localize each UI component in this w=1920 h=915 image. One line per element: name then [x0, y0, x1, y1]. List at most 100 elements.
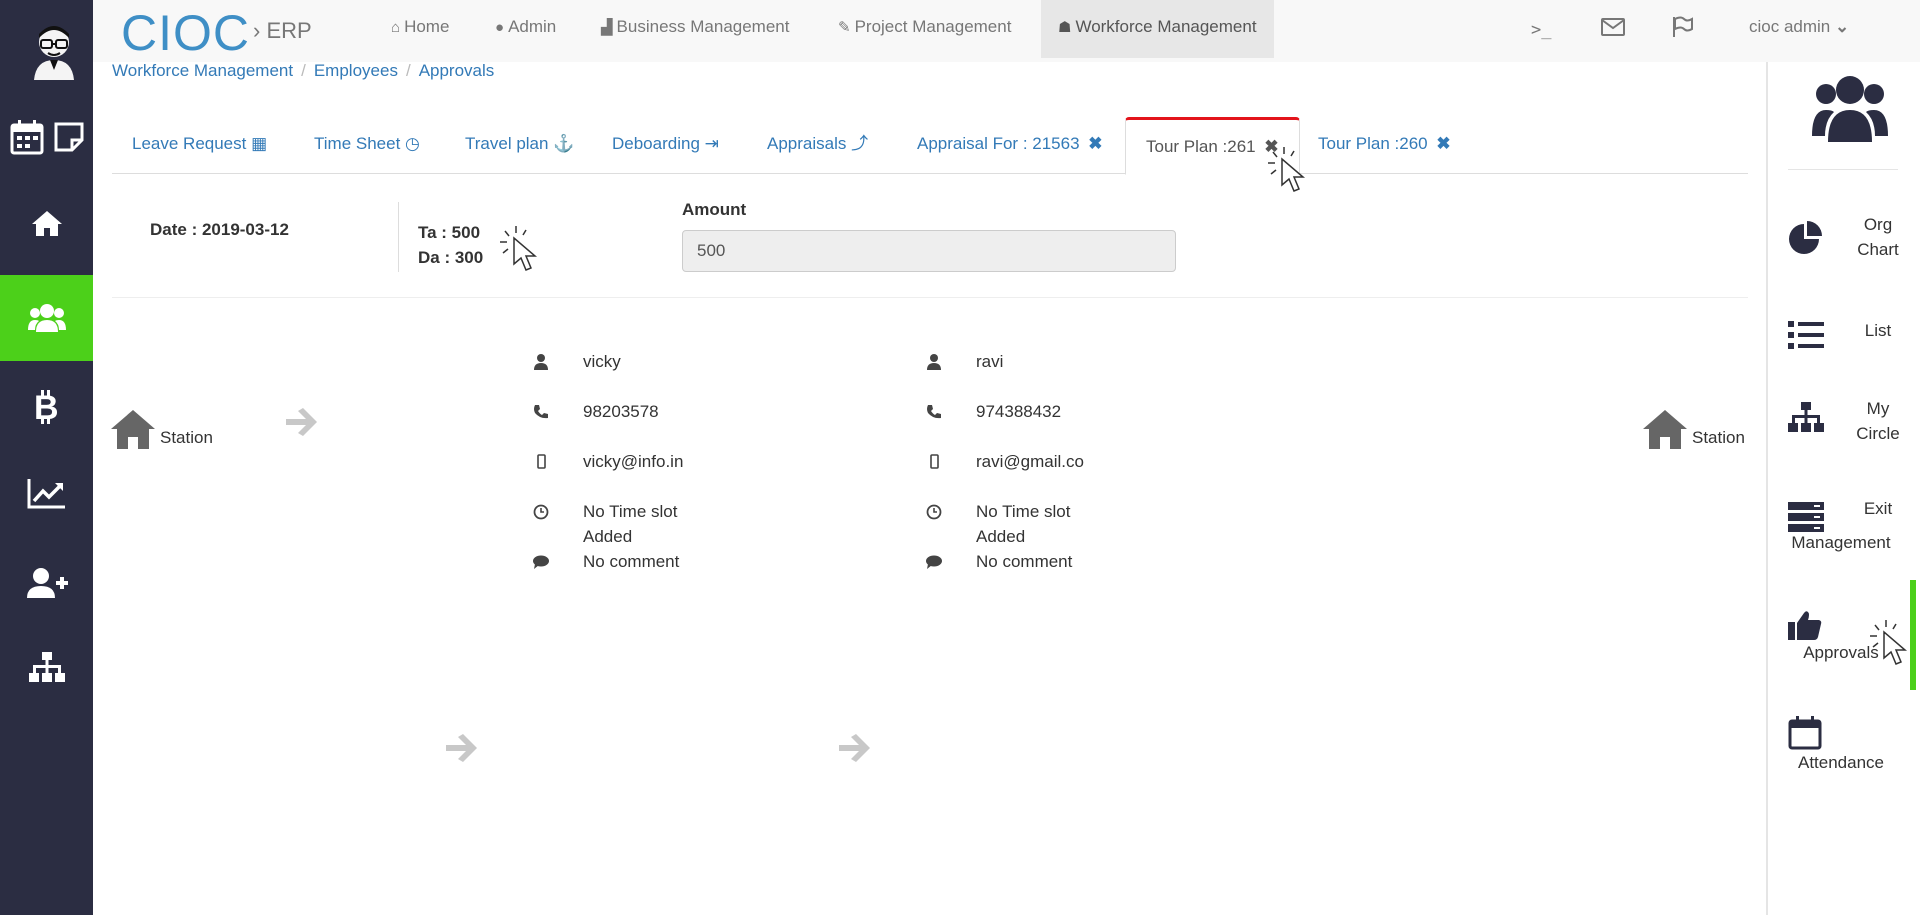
line-chart-icon: [27, 479, 65, 509]
rs-item-list[interactable]: List: [1768, 318, 1920, 368]
tour-info-row: Date : 2019-03-12 Ta : 500 Da : 300 Amou…: [112, 174, 1748, 298]
cursor-icon: [1870, 620, 1908, 665]
breadcrumb-employees[interactable]: Employees: [314, 61, 398, 80]
sidebar-item-workforce[interactable]: [0, 275, 93, 361]
rs-item-label: List: [1864, 321, 1892, 340]
user-icon: ●: [495, 19, 505, 36]
rs-item-label: Attendance: [1797, 753, 1884, 772]
arrow-right-icon: [446, 734, 477, 762]
calendar-icon: [10, 120, 43, 155]
user-menu[interactable]: cioc admin ⌄: [1749, 17, 1849, 37]
breadcrumb-separator: /: [301, 61, 306, 80]
industry-icon: ▟: [601, 19, 613, 36]
flag-icon[interactable]: [1671, 16, 1693, 38]
tab-travel-plan[interactable]: Travel plan ⚓: [445, 117, 594, 174]
sitemap-icon: [1788, 402, 1824, 432]
rs-item-label: Org Chart: [1857, 215, 1899, 259]
breadcrumb-workforce[interactable]: Workforce Management: [112, 61, 293, 80]
tab-deboarding[interactable]: Deboarding ⇥: [592, 117, 739, 174]
sidebar-item-add-user[interactable]: [0, 540, 93, 626]
line-chart-icon: ⤴: [851, 134, 869, 153]
traveler-name: ravi: [976, 352, 1004, 371]
end-station: Station: [1642, 408, 1745, 450]
user-icon: [927, 354, 941, 370]
nav-admin-label: Admin: [508, 17, 557, 36]
tab-leave-request[interactable]: Leave Request ▦: [112, 117, 287, 174]
time-line1: No Time slot: [583, 502, 678, 521]
tab-appraisals[interactable]: Appraisals ⤴: [747, 117, 888, 174]
sidebar-item-home[interactable]: [0, 180, 93, 266]
time-line1: No Time slot: [976, 502, 1071, 521]
tab-label: Travel plan: [465, 134, 549, 153]
tab-label: Time Sheet: [314, 134, 401, 153]
traveler-phone: 974388432: [976, 402, 1062, 421]
nav-home[interactable]: ⌂ Home: [374, 0, 466, 58]
nav-workforce-management[interactable]: ☗ Workforce Management: [1041, 0, 1274, 58]
nav-business-label: Business Management: [616, 17, 790, 36]
rs-item-my-circle[interactable]: My Circle: [1768, 396, 1920, 466]
tab-appraisal-for[interactable]: Appraisal For : 21563 ✖: [897, 117, 1123, 174]
tab-label: Tour Plan :260: [1318, 134, 1428, 153]
traveler-comment: No comment: [976, 552, 1073, 571]
rs-item-exit-management[interactable]: Exit Management: [1768, 496, 1920, 566]
terminal-icon[interactable]: >_: [1531, 20, 1551, 40]
divider: [398, 202, 399, 272]
clock-icon: [533, 504, 549, 520]
left-sidebar: B: [0, 0, 93, 915]
rs-item-label: Exit: [1863, 499, 1893, 518]
user-icon: [534, 354, 548, 370]
calendar-icon: [1788, 716, 1822, 750]
ta-value: Ta : 500: [418, 223, 481, 242]
comment-icon: [926, 555, 942, 569]
users-icon: [27, 304, 66, 332]
svg-text:B: B: [34, 390, 59, 424]
sidebar-item-calendar[interactable]: [0, 94, 93, 180]
home-icon: [31, 211, 62, 236]
calendar-icon: ▦: [251, 134, 268, 153]
top-navbar: CIOC › ERP ⌂ Home ● Admin ▟ Business Manage…: [93, 0, 1920, 62]
tour-date: Date : 2019-03-12: [150, 220, 289, 239]
mobile-icon: [537, 454, 546, 469]
start-station: Station: [110, 408, 213, 450]
list-icon: [1788, 321, 1824, 349]
brand-subtitle: › ERP: [253, 18, 312, 43]
close-icon[interactable]: ✖: [1088, 134, 1102, 153]
nav-project-label: Project Management: [854, 17, 1012, 36]
nav-admin[interactable]: ● Admin: [478, 0, 573, 58]
cursor-icon: [1268, 147, 1306, 192]
start-station-label: Station: [160, 428, 213, 447]
sign-out-icon: ⇥: [704, 134, 719, 153]
traveler-email: ravi@gmail.co: [976, 452, 1084, 471]
breadcrumb: Workforce Management / Employees / Approvals: [112, 61, 494, 81]
sidebar-item-finance[interactable]: B: [0, 364, 93, 450]
clock-icon: [926, 504, 942, 520]
rs-item-org-chart[interactable]: Org Chart: [1768, 212, 1920, 282]
user-name: cioc admin: [1749, 17, 1831, 36]
nav-workforce-label: Workforce Management: [1075, 17, 1257, 36]
breadcrumb-approvals[interactable]: Approvals: [419, 61, 495, 80]
amount-input[interactable]: [682, 230, 1176, 272]
phone-icon: [927, 405, 941, 419]
rs-item-label: My Circle: [1856, 399, 1900, 443]
avatar[interactable]: [28, 20, 80, 80]
divider: [1788, 169, 1898, 170]
envelope-icon[interactable]: [1601, 18, 1625, 36]
server-icon: [1788, 502, 1824, 532]
wrench-icon: ✎: [838, 19, 851, 36]
pie-chart-icon: [1789, 221, 1822, 254]
home-icon: [111, 410, 155, 449]
sidebar-item-org[interactable]: [0, 625, 93, 711]
tab-time-sheet[interactable]: Time Sheet ◷: [294, 117, 440, 174]
traveler-time: No Time slot Added: [583, 499, 723, 549]
close-icon[interactable]: ✖: [1436, 134, 1450, 153]
rs-item-label: Management: [1791, 533, 1891, 552]
nav-business-management[interactable]: ▟ Business Management: [584, 0, 806, 58]
time-line2: Added: [583, 527, 633, 546]
rs-item-attendance[interactable]: Attendance: [1768, 714, 1920, 784]
breadcrumb-separator: /: [405, 61, 411, 80]
bitcoin-icon: B: [34, 390, 59, 424]
tab-tour-plan-260[interactable]: Tour Plan :260 ✖: [1298, 117, 1471, 174]
nav-project-management[interactable]: ✎ Project Management: [821, 0, 1028, 58]
brand-logo[interactable]: CIOC: [121, 4, 250, 62]
sidebar-item-reports[interactable]: [0, 450, 93, 536]
